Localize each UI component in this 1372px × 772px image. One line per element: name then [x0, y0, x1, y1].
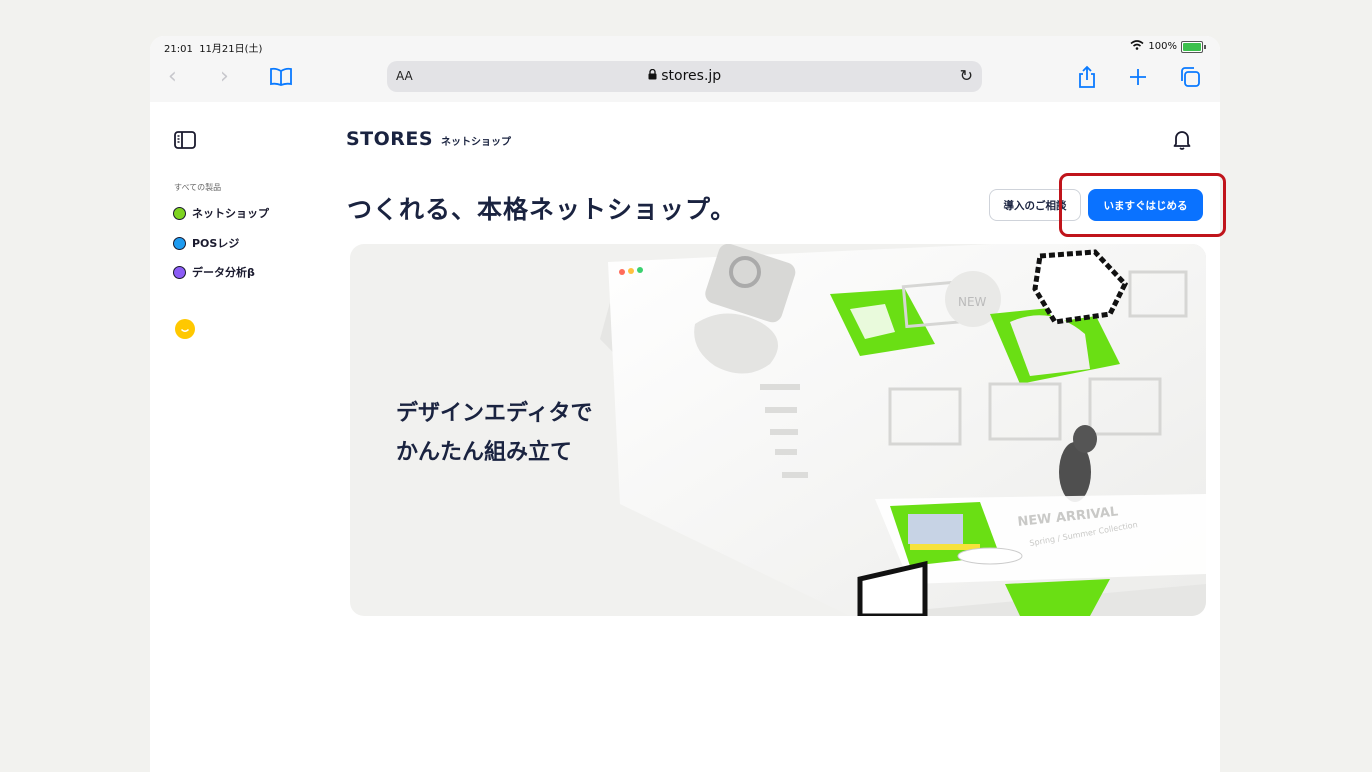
hero-caption: デザインエディタで かんたん組み立て: [396, 394, 592, 472]
ipad-screen: 21:01 11月21日(土) 100% ‹ › AA stores.jp ↻: [150, 36, 1220, 772]
lock-icon: [648, 68, 661, 84]
stores-logo[interactable]: STORES: [346, 128, 433, 150]
sidebar-heading: すべての製品: [174, 183, 222, 192]
sidebar-item-analytics[interactable]: データ分析β: [173, 264, 255, 280]
smiley-icon[interactable]: [175, 319, 195, 339]
reload-icon[interactable]: ↻: [960, 66, 973, 85]
url-text: stores.jp: [661, 68, 722, 84]
status-date: 11月21日(土): [199, 44, 263, 55]
status-indicators: 100%: [1130, 40, 1206, 53]
pos-dot-icon: [173, 236, 186, 250]
bookmarks-icon[interactable]: [269, 67, 293, 91]
new-badge-text: NEW: [958, 295, 987, 309]
page-headline: つくれる、本格ネットショップ。: [347, 195, 737, 224]
sidebar-item-label: データ分析β: [192, 266, 255, 279]
share-icon[interactable]: [1077, 65, 1097, 93]
wifi-icon: [1130, 40, 1144, 53]
new-tab-icon[interactable]: [1128, 67, 1148, 91]
battery-cap: [1204, 44, 1206, 49]
browser-chrome: 21:01 11月21日(土) 100% ‹ › AA stores.jp ↻: [150, 36, 1220, 102]
start-now-button[interactable]: いますぐはじめる: [1088, 189, 1203, 221]
sidebar-item-pos[interactable]: POSレジ: [173, 235, 239, 251]
address-bar[interactable]: AA stores.jp ↻: [387, 61, 982, 92]
back-button[interactable]: ‹: [168, 66, 177, 88]
hero-caption-line2: かんたん組み立て: [396, 440, 573, 465]
sidebar-item-label: POSレジ: [192, 237, 240, 250]
hero-caption-line1: デザインエディタで: [396, 401, 593, 426]
sidebar-item-netshop[interactable]: ネットショップ: [173, 205, 269, 221]
consultation-button[interactable]: 導入のご相談: [989, 189, 1081, 221]
logo-subtitle: ネットショップ: [441, 137, 511, 148]
battery-percent: 100%: [1148, 41, 1177, 52]
analytics-dot-icon: [173, 265, 186, 279]
hero-image: NEW NEW ARRIVAL Spring / Summer Collecti…: [350, 244, 1206, 616]
tabs-overview-icon[interactable]: [1179, 66, 1201, 92]
battery-icon: [1181, 40, 1203, 53]
bell-icon[interactable]: [1173, 130, 1191, 154]
sidebar-toggle-icon[interactable]: [174, 131, 196, 153]
netshop-dot-icon: [173, 206, 186, 220]
status-time: 21:01 11月21日(土): [164, 44, 263, 55]
sidebar-item-label: ネットショップ: [192, 207, 269, 220]
forward-button[interactable]: ›: [220, 66, 229, 88]
